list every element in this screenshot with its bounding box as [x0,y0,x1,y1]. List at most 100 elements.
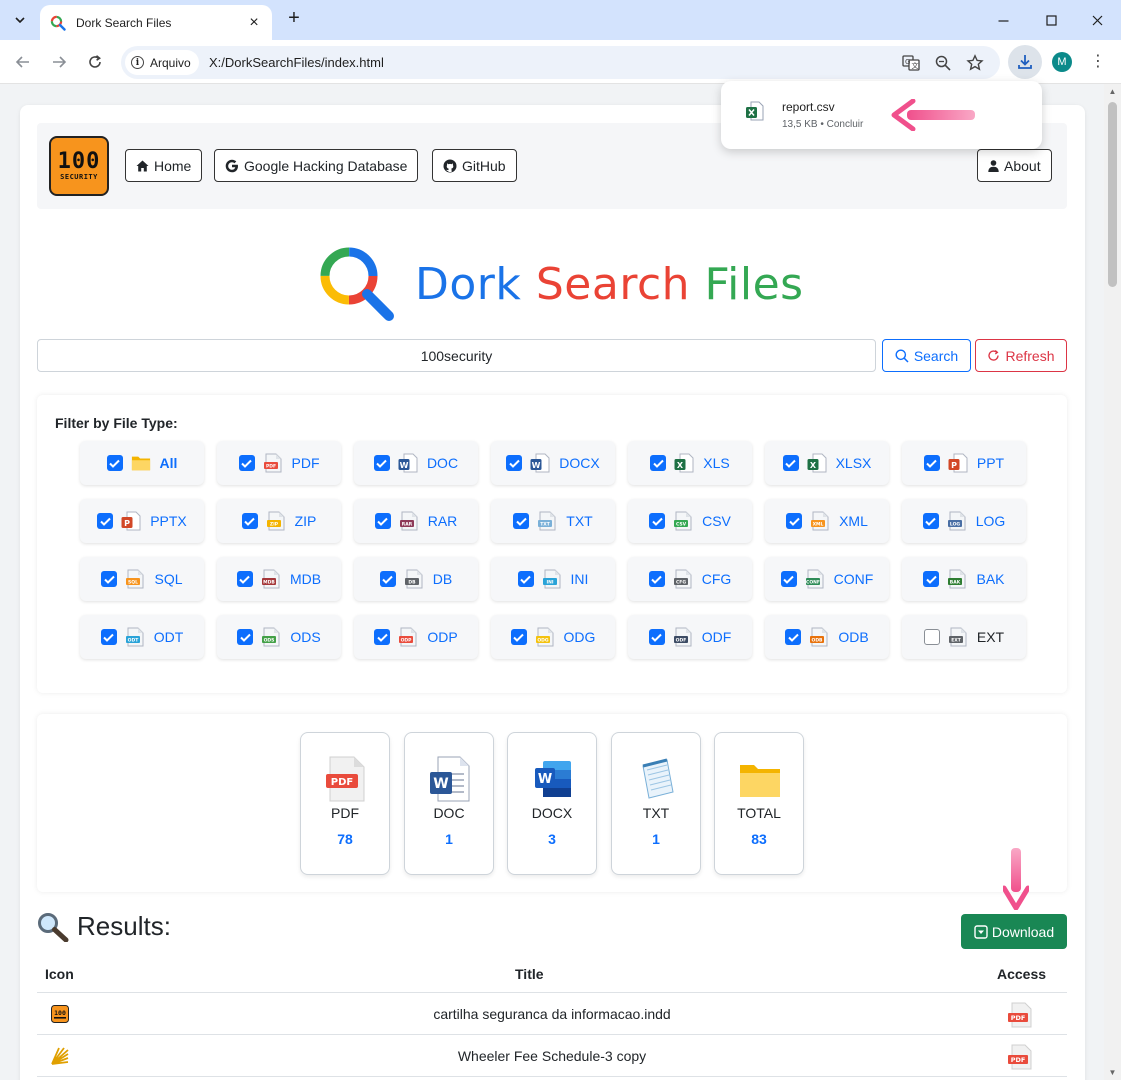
filter-all[interactable]: All [80,441,204,485]
scroll-thumb[interactable] [1108,102,1117,287]
filter-odg[interactable]: ODG ODG [491,615,615,659]
profile-avatar[interactable]: M [1052,52,1072,72]
download-bubble[interactable]: report.csv 13,5 KB • Concluir [721,81,1042,149]
search-input[interactable] [37,339,876,372]
checkbox-checked[interactable] [648,571,665,587]
back-button[interactable] [11,50,35,74]
download-filename[interactable]: report.csv [782,100,835,114]
checkbox-checked[interactable] [101,571,118,587]
filter-doc[interactable]: W DOC [354,441,478,485]
filter-zip[interactable]: ZIP ZIP [217,499,341,543]
filter-db[interactable]: DB DB [354,557,478,601]
downloads-button[interactable] [1008,45,1042,79]
close-tab-icon[interactable]: × [246,14,262,32]
refresh-button[interactable]: Refresh [975,339,1067,372]
checkbox-checked[interactable] [922,513,939,529]
browser-menu-icon[interactable]: ⋮ [1090,52,1106,72]
home-button[interactable]: Home [125,149,203,182]
new-tab-button[interactable]: + [283,8,305,30]
filter-ext[interactable]: EXT EXT [902,615,1026,659]
ghdb-button[interactable]: Google Hacking Database [214,149,419,182]
close-window-button[interactable] [1077,7,1117,33]
checkbox-checked[interactable] [100,629,117,645]
site-info-chip[interactable]: i Arquivo [125,50,199,75]
checkbox-unchecked[interactable] [923,629,940,645]
page-scrollbar[interactable]: ▲ ▼ [1104,84,1121,1080]
checkbox-checked[interactable] [517,571,534,587]
address-bar[interactable]: i Arquivo X:/DorkSearchFiles/index.html … [121,46,1000,79]
checkbox-checked[interactable] [373,455,390,471]
svg-text:ODF: ODF [675,638,686,644]
filter-odt[interactable]: ODT ODT [80,615,204,659]
checkbox-checked[interactable] [237,629,254,645]
checkbox-checked[interactable] [236,571,253,587]
filter-odb[interactable]: ODB ODB [765,615,889,659]
filter-ppt[interactable]: P PPT [902,441,1026,485]
filter-csv[interactable]: CSV CSV [628,499,752,543]
checkbox-checked[interactable] [650,455,667,471]
filter-pptx[interactable]: P PPTX [80,499,204,543]
filter-card: Filter by File Type: All PDF PDF W DOC W DOCX X… [37,395,1067,693]
reload-button[interactable] [83,50,107,74]
checkbox-checked[interactable] [782,455,799,471]
minimize-button[interactable] [983,7,1023,33]
filter-bak[interactable]: BAK BAK [902,557,1026,601]
filter-cfg[interactable]: CFG CFG [628,557,752,601]
bookmark-star-icon[interactable] [966,54,984,72]
checkbox-checked[interactable] [374,629,391,645]
checkbox-checked[interactable] [513,513,530,529]
search-button[interactable]: Search [882,339,971,372]
pdf-access-icon[interactable]: PDF [1007,1002,1033,1031]
filter-xlsx[interactable]: X XLSX [765,441,889,485]
checkbox-checked[interactable] [106,455,123,471]
download-button[interactable]: Download [961,914,1067,949]
about-button[interactable]: About [977,149,1052,182]
filter-xml[interactable]: XML XML [765,499,889,543]
svg-text:SQL: SQL [129,580,139,586]
maximize-button[interactable] [1031,7,1071,33]
filter-ini[interactable]: INI INI [491,557,615,601]
filter-rar[interactable]: RAR RAR [354,499,478,543]
forward-button[interactable] [47,50,71,74]
filter-label: EXT [976,629,1005,645]
filter-odf[interactable]: ODF ODF [628,615,752,659]
checkbox-checked[interactable] [923,455,940,471]
checkbox-checked[interactable] [241,513,258,529]
browser-tab[interactable]: Dork Search Files × [40,5,272,40]
filter-log[interactable]: LOG LOG [902,499,1026,543]
scroll-down-icon[interactable]: ▼ [1108,1068,1117,1077]
checkbox-checked[interactable] [780,571,797,587]
checkbox-checked[interactable] [379,571,396,587]
filter-label: ODG [563,629,596,645]
pdf-access-icon[interactable]: PDF [1007,1044,1033,1073]
filter-pdf[interactable]: PDF PDF [217,441,341,485]
filter-conf[interactable]: CONF CONF [765,557,889,601]
filter-txt[interactable]: TXT TXT [491,499,615,543]
checkbox-checked[interactable] [785,629,802,645]
checkbox-checked[interactable] [923,571,940,587]
translate-icon[interactable]: G文 [902,54,920,72]
checkbox-checked[interactable] [374,513,391,529]
checkbox-checked[interactable] [97,513,114,529]
scroll-up-icon[interactable]: ▲ [1108,87,1117,96]
checkbox-checked[interactable] [649,513,666,529]
filter-odp[interactable]: ODP ODP [354,615,478,659]
100security-logo[interactable]: 100 SECURITY [49,136,109,196]
tab-search-button[interactable] [8,8,32,32]
checkbox-checked[interactable] [786,513,803,529]
checkbox-checked[interactable] [510,629,527,645]
results-table: Icon Title Access 100 cartilha seguranca… [37,958,1067,1077]
filter-xls[interactable]: X XLS [628,441,752,485]
url-text[interactable]: X:/DorkSearchFiles/index.html [209,55,384,70]
filter-sql[interactable]: SQL SQL [80,557,204,601]
about-label: About [1004,157,1041,174]
svg-text:RAR: RAR [402,522,413,528]
filter-docx[interactable]: W DOCX [491,441,615,485]
zoom-icon[interactable] [934,54,952,72]
filter-ods[interactable]: ODS ODS [217,615,341,659]
checkbox-checked[interactable] [506,455,523,471]
filter-mdb[interactable]: MDB MDB [217,557,341,601]
checkbox-checked[interactable] [648,629,665,645]
checkbox-checked[interactable] [238,455,255,471]
github-button[interactable]: GitHub [432,149,517,182]
